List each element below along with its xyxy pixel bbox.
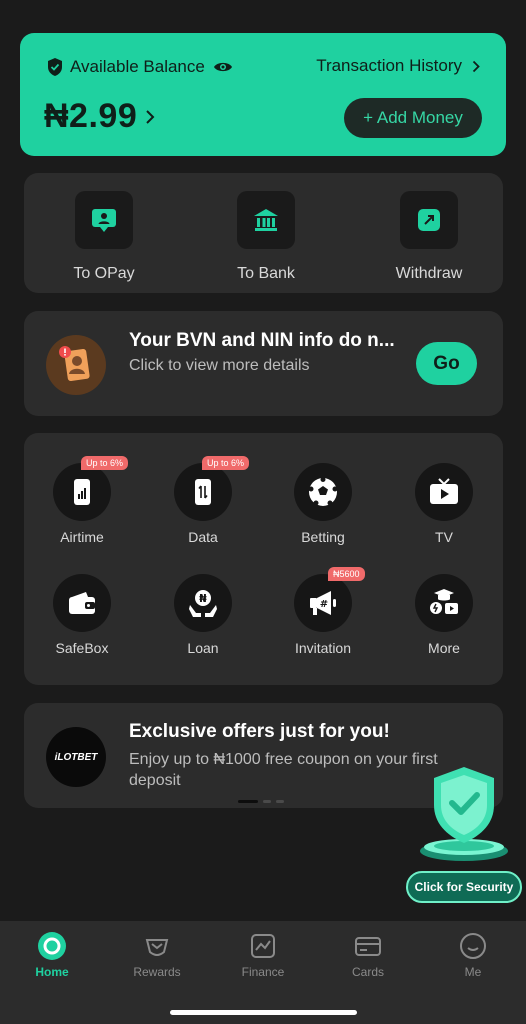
service-label: TV [435, 529, 453, 545]
carousel-dot [276, 800, 284, 803]
transfer-panel: To OPay To Bank Withdraw [24, 173, 503, 293]
tv-icon [415, 463, 473, 521]
nav-me[interactable]: Me [423, 931, 523, 979]
eye-icon[interactable] [213, 60, 233, 74]
service-label: Airtime [60, 529, 104, 545]
service-label: More [428, 640, 460, 656]
svg-text:₦: ₦ [199, 592, 207, 605]
service-data[interactable]: Up to 6% Data [153, 456, 253, 545]
withdraw-arrow-icon [400, 191, 458, 249]
service-label: Loan [187, 640, 219, 656]
transaction-history-link[interactable]: Transaction History [316, 56, 480, 76]
card-icon [355, 937, 381, 956]
notice-subtitle: Click to view more details [129, 357, 310, 374]
nav-home[interactable]: Home [2, 931, 102, 979]
chevron-right-icon [146, 109, 155, 124]
balance-card: Available Balance Transaction History ₦2… [20, 33, 506, 156]
discount-badge: Up to 6% [202, 456, 250, 470]
carousel-dots [238, 800, 284, 803]
carousel-dot [238, 800, 258, 803]
hands-coin-icon: ₦ [174, 574, 232, 632]
service-label: Betting [301, 529, 345, 545]
person-card-icon [75, 191, 133, 249]
nav-cards[interactable]: Cards [318, 931, 418, 979]
nav-finance[interactable]: Finance [213, 931, 313, 979]
service-more[interactable]: More [394, 574, 494, 656]
rewards-icon [145, 939, 169, 956]
bottom-nav: Home Rewards Finance Cards Me [0, 921, 526, 1024]
offer-title: Exclusive offers just for you! [129, 721, 390, 742]
home-icon [38, 932, 66, 960]
service-loan[interactable]: ₦ Loan [153, 574, 253, 656]
offer-subtitle: Enjoy up to ₦1000 free coupon on your fi… [129, 751, 438, 789]
ilotbet-logo: iLOTBET [46, 727, 106, 787]
security-floating-button[interactable]: Click for Security [405, 765, 523, 905]
id-card-warning-icon [46, 335, 106, 395]
soccer-ball-icon [294, 463, 352, 521]
carousel-dot [263, 800, 271, 803]
nav-label: Me [464, 965, 482, 979]
service-tv[interactable]: TV [394, 463, 494, 545]
nav-rewards[interactable]: Rewards [107, 931, 207, 979]
service-label: Invitation [294, 640, 352, 656]
reward-badge: ₦5600 [328, 567, 365, 581]
withdraw-button[interactable]: Withdraw [364, 173, 494, 283]
balance-amount: ₦2.99 [44, 97, 138, 135]
phone-data-icon: Up to 6% [174, 456, 250, 521]
to-opay-button[interactable]: To OPay [39, 173, 169, 283]
nav-label: Finance [241, 965, 285, 979]
balance-amount-row[interactable]: ₦2.99 [44, 97, 155, 136]
chevron-right-icon [472, 60, 480, 72]
nav-label: Cards [351, 965, 384, 979]
transaction-history-label: Transaction History [316, 56, 462, 75]
services-panel: Up to 6% Airtime Up to 6% Data Betting T… [24, 433, 503, 685]
service-label: Data [188, 529, 218, 545]
service-betting[interactable]: Betting [273, 463, 373, 545]
megaphone-icon: # ₦5600 [294, 567, 365, 632]
nav-label: Rewards [133, 965, 181, 979]
transfer-label: Withdraw [395, 265, 463, 282]
add-money-button[interactable]: + Add Money [344, 98, 482, 138]
service-safebox[interactable]: SafeBox [32, 574, 132, 656]
phone-signal-icon: Up to 6% [53, 456, 129, 521]
to-bank-button[interactable]: To Bank [201, 173, 331, 283]
service-label: SafeBox [55, 640, 109, 656]
service-invitation[interactable]: # ₦5600 Invitation [273, 567, 373, 656]
nav-label: Home [35, 965, 69, 979]
discount-badge: Up to 6% [81, 456, 129, 470]
home-indicator [170, 1010, 357, 1015]
transfer-label: To OPay [73, 265, 135, 282]
wallet-icon [53, 574, 111, 632]
bank-icon [237, 191, 295, 249]
more-grid-icon [415, 574, 473, 632]
security-shield-icon [420, 767, 508, 861]
shield-check-icon [48, 58, 62, 76]
finance-chart-icon [251, 934, 275, 958]
balance-label: Available Balance [70, 57, 205, 76]
balance-label-row: Available Balance [46, 57, 233, 77]
profile-icon [460, 933, 486, 959]
bvn-notice-card[interactable]: Your BVN and NIN info do n... Click to v… [24, 311, 503, 416]
notice-title: Your BVN and NIN info do n... [129, 330, 395, 351]
go-button[interactable]: Go [416, 342, 477, 385]
service-airtime[interactable]: Up to 6% Airtime [32, 456, 132, 545]
transfer-label: To Bank [237, 265, 295, 282]
svg-text:#: # [320, 599, 328, 610]
security-button-label: Click for Security [406, 871, 522, 903]
